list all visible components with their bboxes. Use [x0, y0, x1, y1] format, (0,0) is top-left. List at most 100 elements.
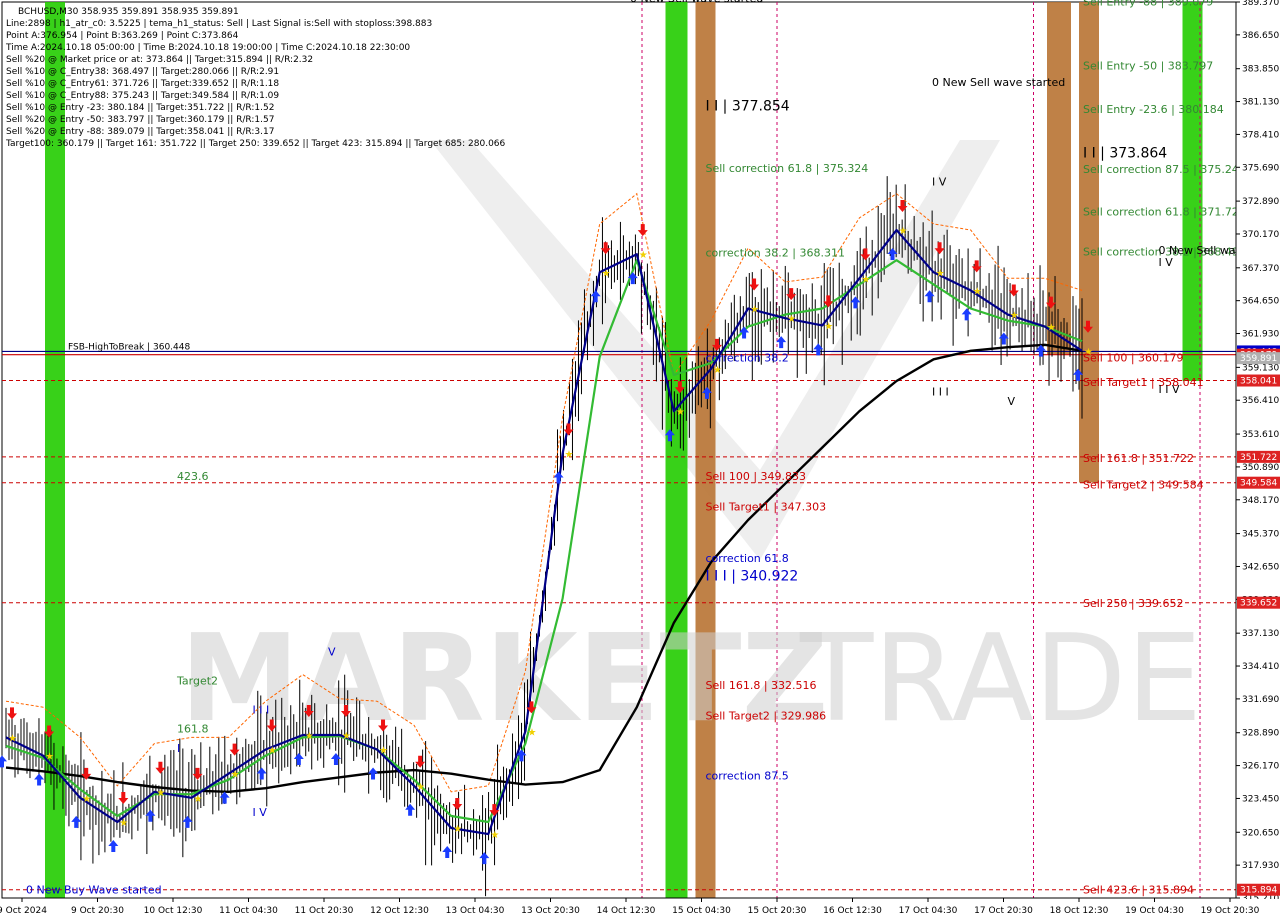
annotation-label: 0 New Buy Wave started — [26, 883, 162, 896]
info-line: Sell %10 @ C_Entry88: 375.243 || Target:… — [6, 91, 279, 101]
x-tick-label: 11 Oct 04:30 — [219, 906, 278, 916]
annotation-label: Sell 100 | 349.833 — [706, 470, 807, 483]
y-tick-label: 353.610 — [1242, 430, 1279, 440]
y-tick-label: 323.450 — [1242, 794, 1279, 804]
star-marker-icon: ★ — [194, 794, 203, 805]
y-tick-label: 337.130 — [1242, 629, 1279, 639]
star-marker-icon: ★ — [8, 733, 17, 744]
zone-brown — [695, 2, 716, 898]
annotation-label: 423.6 — [177, 470, 209, 483]
star-marker-icon: ★ — [305, 731, 314, 742]
annotation-label: I V — [932, 175, 947, 188]
annotation-label: I I I — [253, 703, 270, 716]
annotation-label: I I V — [1159, 383, 1180, 396]
y-tick-label: 364.650 — [1242, 297, 1279, 307]
star-marker-icon: ★ — [1010, 311, 1019, 322]
annotation-label: Sell Target2 | 349.584 — [1083, 479, 1204, 492]
annotation-label: correction 61.8 — [706, 552, 789, 565]
star-marker-icon: ★ — [565, 450, 574, 461]
annotation-label: Sell 250 | 339.652 — [1083, 597, 1184, 610]
y-tick-label: 328.890 — [1242, 729, 1279, 739]
star-marker-icon: ★ — [787, 314, 796, 325]
y-tick-label: 348.170 — [1242, 496, 1279, 506]
y-tick-label: 345.370 — [1242, 530, 1279, 540]
star-marker-icon: ★ — [416, 782, 425, 793]
x-tick-label: 15 Oct 20:30 — [748, 906, 807, 916]
x-tick-label: 18 Oct 12:30 — [1050, 906, 1109, 916]
annotation-label: I I I | 340.922 — [706, 568, 799, 584]
zone-green — [665, 2, 688, 898]
annotation-label: Sell correction 61.8 | 371.726 — [1083, 205, 1246, 218]
star-marker-icon: ★ — [861, 274, 870, 285]
x-tick-label: 10 Oct 12:30 — [144, 906, 203, 916]
annotation-label: Sell correction 61.8 | 375.324 — [706, 162, 869, 175]
annotation-label: Sell 423.6 | 315.894 — [1083, 883, 1194, 896]
star-marker-icon: ★ — [713, 365, 722, 376]
annotation-label: V — [328, 645, 336, 658]
info-line: Line:2898 | h1_atr_c0: 3.5225 | tema_h1_… — [6, 19, 432, 29]
y-tick-label: 372.890 — [1242, 197, 1279, 207]
annotation-label: Sell Target2 | 329.986 — [706, 709, 827, 722]
info-line: Target100: 360.179 || Target 161: 351.72… — [5, 139, 506, 149]
annotation-label: I — [177, 742, 180, 755]
star-marker-icon: ★ — [119, 818, 128, 829]
x-tick-label: 15 Oct 04:30 — [672, 906, 731, 916]
annotation-label: V — [1008, 395, 1016, 408]
annotation-label: Sell correction 87.5 | 375.243 — [1083, 163, 1246, 176]
y-tick-label: 342.650 — [1242, 562, 1279, 572]
star-marker-icon: ★ — [750, 305, 759, 316]
info-line: Sell %20 @ Market price or at: 373.864 |… — [6, 55, 313, 65]
chart-window[interactable]: MARKETZ TRADE FSB-HighToBreak | 360.448 ★… — [0, 0, 1280, 920]
annotation-label: I I I — [932, 386, 949, 399]
price-badge-label: 358.041 — [1240, 377, 1277, 387]
star-marker-icon: ★ — [453, 824, 462, 835]
star-marker-icon: ★ — [231, 770, 240, 781]
star-marker-icon: ★ — [82, 794, 91, 805]
annotation-label: 0 New Sell wave started — [630, 0, 763, 5]
star-marker-icon: ★ — [1047, 323, 1056, 334]
star-marker-icon: ★ — [45, 752, 54, 763]
price-chart[interactable]: MARKETZTRADE FSB-HighToBreak | 360.448 ★… — [0, 0, 1280, 920]
y-tick-label: 381.130 — [1242, 98, 1279, 108]
fsb-level-label: FSB-HighToBreak | 360.448 — [68, 342, 190, 352]
info-line: Sell %10 @ C_Entry38: 368.497 || Target:… — [6, 67, 279, 77]
price-badge-label: 351.722 — [1240, 453, 1277, 463]
y-tick-label: 383.850 — [1242, 65, 1279, 75]
y-tick-label: 326.170 — [1242, 762, 1279, 772]
y-tick-label: 378.410 — [1242, 130, 1279, 140]
y-tick-label: 320.650 — [1242, 828, 1279, 838]
star-marker-icon: ★ — [824, 321, 833, 332]
annotation-label: Sell Entry -50 | 383.797 — [1083, 59, 1213, 72]
x-tick-label: 11 Oct 20:30 — [295, 906, 354, 916]
annotation-label: Sell Target1 | 358.041 — [1083, 376, 1204, 389]
star-marker-icon: ★ — [342, 731, 351, 742]
watermark-right: TRADE — [799, 610, 1202, 749]
star-marker-icon: ★ — [676, 407, 685, 418]
x-tick-label: 9 Oct 20:30 — [71, 906, 124, 916]
y-tick-label: 359.130 — [1242, 363, 1279, 373]
annotation-label: 161.8 — [177, 723, 209, 736]
annotation-label: correction 38.2 | 368.311 — [706, 247, 845, 260]
info-line: Sell %20 @ Entry -50: 383.797 || Target:… — [6, 115, 274, 125]
symbol-header: BCHUSD,M30 358.935 359.891 358.935 359.8… — [18, 7, 239, 17]
price-badge-label: 359.891 — [1240, 354, 1277, 364]
annotation-label: correction 38.2 — [706, 352, 789, 365]
annotation-label: Sell Entry -23.6 | 380.184 — [1083, 103, 1224, 116]
star-marker-icon: ★ — [156, 788, 165, 799]
x-tick-label: 19 Oct 04:30 — [1125, 906, 1184, 916]
star-marker-icon: ★ — [268, 746, 277, 757]
x-tick-label: 9 Oct 2024 — [0, 906, 47, 916]
annotation-label: Sell 161.8 | 332.516 — [706, 679, 817, 692]
y-tick-label: 386.650 — [1242, 31, 1279, 41]
x-tick-label: 13 Oct 04:30 — [446, 906, 505, 916]
annotation-label: I V — [1159, 256, 1174, 269]
annotation-label: 0 New Sell wave started — [932, 76, 1065, 89]
star-marker-icon: ★ — [898, 226, 907, 237]
annotation-label: correction 87.5 — [706, 770, 789, 783]
star-marker-icon: ★ — [639, 250, 648, 261]
info-line: Sell %10 @ C_Entry61: 371.726 || Target:… — [6, 79, 279, 89]
annotation-label: Sell Entry -88 | 389.079 — [1083, 0, 1213, 9]
star-marker-icon: ★ — [602, 268, 611, 279]
info-line: Sell %20 @ Entry -88: 389.079 || Target:… — [6, 127, 274, 137]
y-tick-label: 331.690 — [1242, 695, 1279, 705]
